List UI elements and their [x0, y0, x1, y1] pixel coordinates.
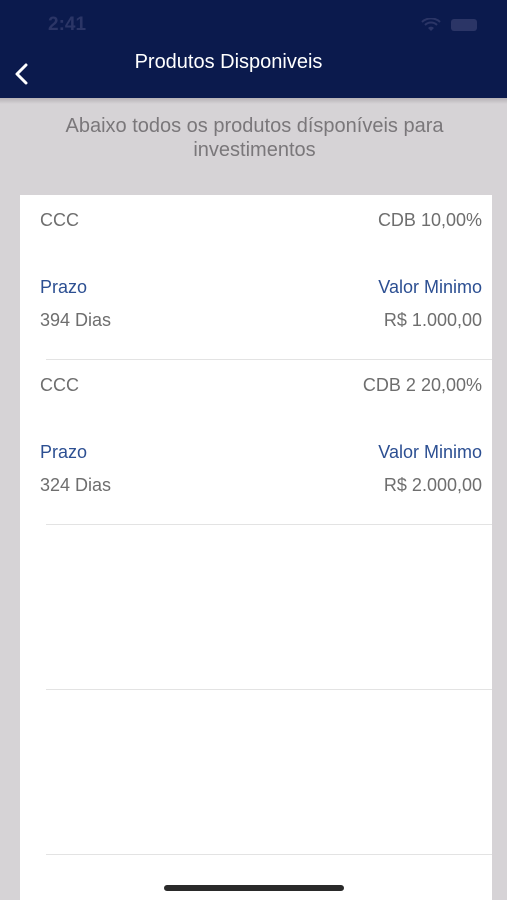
home-indicator	[164, 885, 344, 891]
wifi-icon	[421, 18, 441, 31]
product-issuer: CCC	[40, 210, 79, 230]
page-subtitle: Abaixo todos os produtos dísponíveis par…	[65, 115, 444, 161]
valor-minimo-value: R$ 1.000,00	[383, 310, 482, 330]
divider	[46, 854, 492, 855]
page-title: Produtos Disponiveis	[134, 51, 323, 73]
prazo-value: 324 Dias	[40, 475, 112, 495]
status-time: 2:41	[48, 14, 87, 35]
prazo-value: 394 Dias	[40, 310, 112, 330]
nav-header: 2:41 Produtos Disponiveis	[0, 0, 507, 98]
valor-minimo-label: Valor Minimo	[378, 442, 482, 462]
products-list: CCC CDB 10,00% Prazo Valor Minimo 394 Di…	[20, 195, 492, 900]
status-icons	[421, 18, 477, 32]
product-issuer: CCC	[40, 375, 79, 395]
divider	[46, 689, 492, 690]
valor-minimo-label: Valor Minimo	[378, 277, 482, 297]
prazo-label: Prazo	[40, 277, 88, 297]
header-shadow	[0, 98, 507, 104]
product-name: CDB 10,00%	[377, 210, 482, 230]
battery-icon	[451, 19, 477, 31]
product-item[interactable]: CCC CDB 2 20,00% Prazo Valor Minimo 324 …	[20, 360, 492, 525]
product-item[interactable]: CCC CDB 10,00% Prazo Valor Minimo 394 Di…	[20, 195, 492, 360]
prazo-label: Prazo	[40, 442, 88, 462]
valor-minimo-value: R$ 2.000,00	[383, 475, 482, 495]
divider	[46, 524, 492, 525]
product-name: CDB 2 20,00%	[362, 375, 482, 395]
